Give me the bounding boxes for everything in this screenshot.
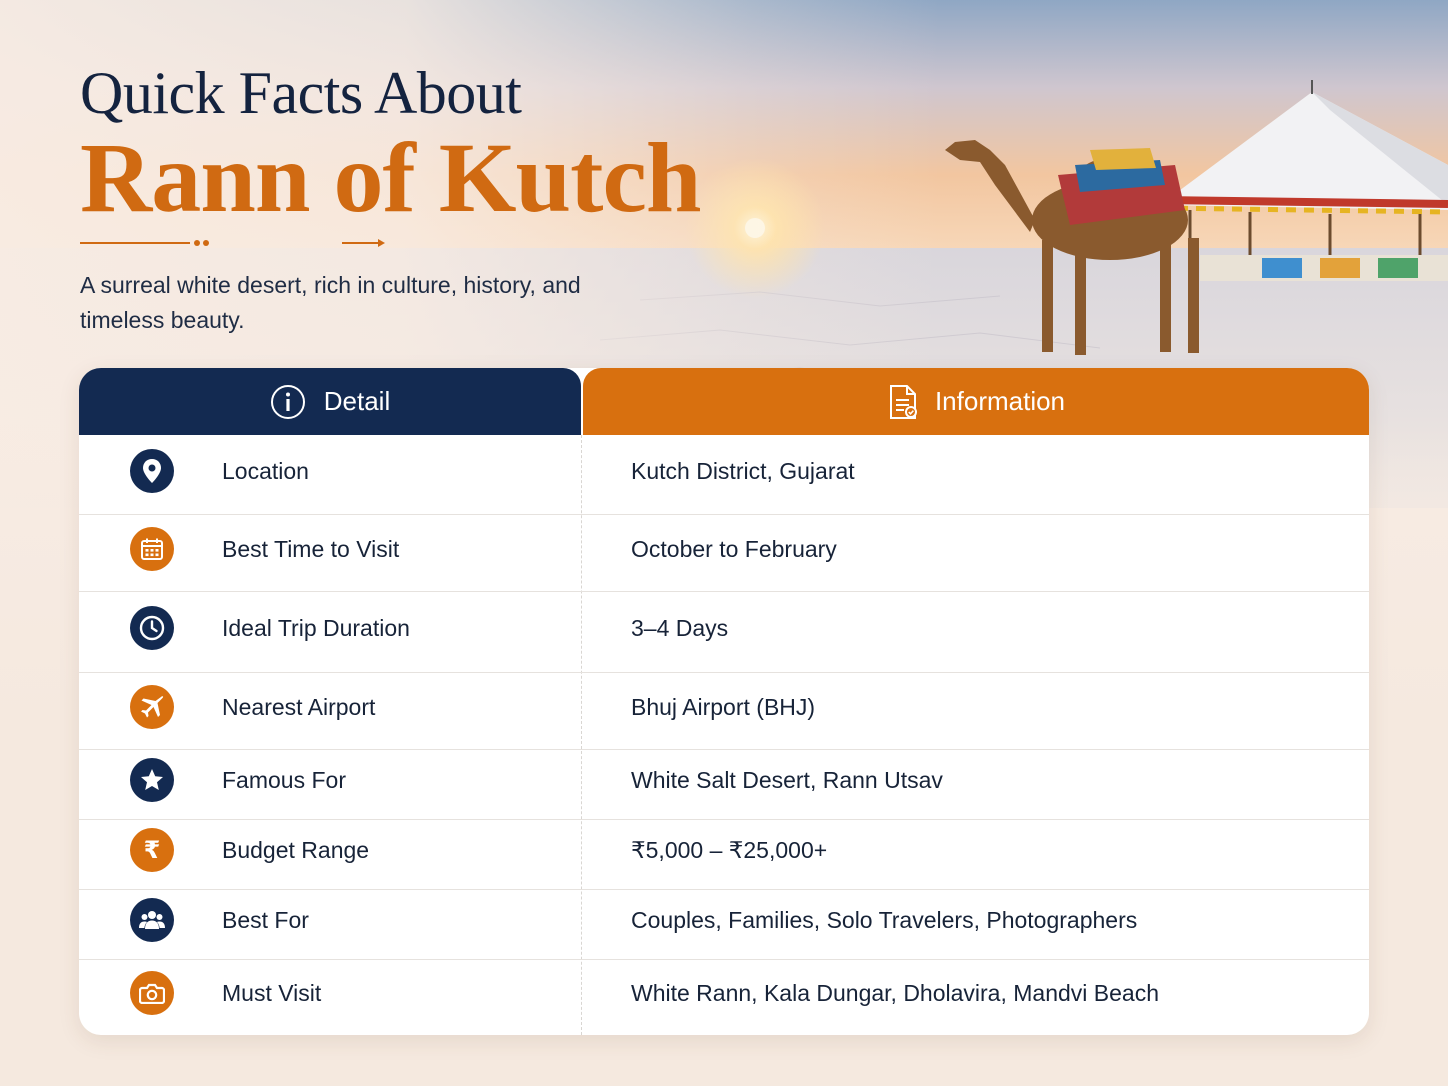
quick-facts-table: Detail Information Location Kutch Distric…	[79, 368, 1369, 1035]
info-icon	[270, 384, 305, 419]
heading-block: Quick Facts About Rann of Kutch	[80, 58, 701, 233]
header-information: Information	[583, 368, 1369, 435]
title-divider-ornament	[80, 239, 385, 247]
row-value: Kutch District, Gujarat	[631, 458, 855, 484]
page-subtitle: A surreal white desert, rich in culture,…	[80, 272, 581, 333]
table-row: Famous For White Salt Desert, Rann Utsav	[79, 749, 1369, 820]
header-information-label: Information	[934, 386, 1066, 416]
camera-icon	[130, 971, 174, 1015]
row-label: Ideal Trip Duration	[222, 615, 410, 641]
row-label: Nearest Airport	[222, 694, 376, 720]
table-header: Detail Information	[79, 368, 1369, 435]
table-row: Ideal Trip Duration 3–4 Days	[79, 591, 1369, 673]
row-label: Location	[222, 458, 309, 484]
table-row: Must Visit White Rann, Kala Dungar, Dhola…	[79, 959, 1369, 1035]
row-value: Couples, Families, Solo Travelers, Photo…	[631, 907, 1138, 933]
table-row: Location Kutch District, Gujarat	[79, 435, 1369, 515]
rupee-icon: ₹	[130, 828, 174, 872]
page-title: Rann of Kutch	[80, 122, 701, 233]
row-label: Must Visit	[222, 980, 322, 1006]
row-label: Famous For	[222, 767, 346, 793]
row-label: Budget Range	[222, 837, 370, 863]
page-kicker: Quick Facts About	[80, 60, 522, 126]
row-value: White Rann, Kala Dungar, Dholavira, Mand…	[631, 980, 1160, 1006]
row-label: Best For	[222, 907, 309, 933]
row-value: White Salt Desert, Rann Utsav	[631, 767, 943, 793]
location-pin-icon	[130, 449, 174, 493]
row-value: Bhuj Airport (BHJ)	[631, 694, 816, 720]
header-detail-label: Detail	[323, 386, 391, 416]
document-icon	[889, 384, 917, 419]
table-row: Nearest Airport Bhuj Airport (BHJ)	[79, 672, 1369, 750]
row-label: Best Time to Visit	[222, 536, 400, 562]
group-icon	[130, 898, 174, 942]
star-icon	[130, 758, 174, 802]
row-value: 3–4 Days	[631, 615, 729, 641]
calendar-icon	[130, 527, 174, 571]
row-value: ₹5,000 – ₹25,000+	[631, 837, 828, 863]
table-row: Best For Couples, Families, Solo Traveler…	[79, 889, 1369, 960]
row-value: October to February	[631, 536, 837, 562]
table-row: ₹ Budget Range ₹5,000 – ₹25,000+	[79, 819, 1369, 890]
airplane-icon	[130, 685, 174, 729]
header-detail: Detail	[79, 368, 581, 435]
clock-icon	[130, 606, 174, 650]
table-row: Best Time to Visit October to February	[79, 514, 1369, 592]
